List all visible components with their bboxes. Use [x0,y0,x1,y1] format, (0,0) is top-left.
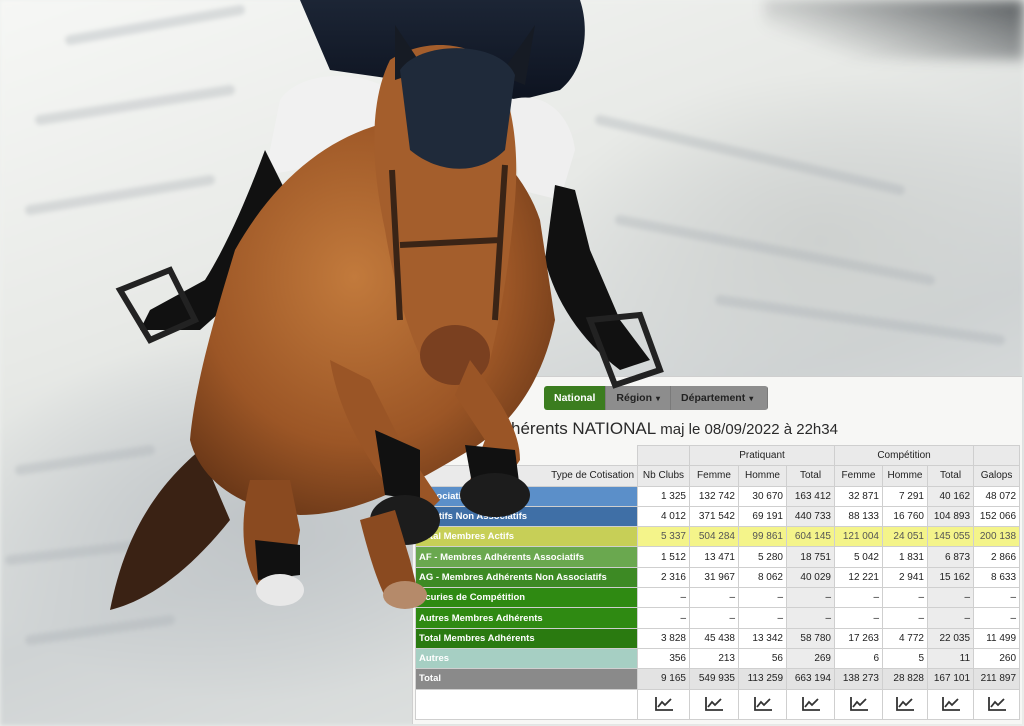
table-cell: 440 733 [786,505,835,528]
table-cell: 113 259 [738,668,787,690]
table-cell: – [738,587,787,609]
table-cell: 18 751 [786,546,835,568]
table-cell: – [882,607,928,629]
table-cell: 5 [882,647,928,670]
table-cell: 8 633 [973,566,1021,589]
line-chart-icon[interactable] [786,688,835,720]
table-cell: 16 760 [882,505,928,528]
group-header-competition: Compétition [833,444,975,467]
table-cell: – [926,587,975,609]
table-cell: 15 162 [926,566,975,589]
column-header: Femme [834,465,883,487]
table-cell: 48 072 [973,485,1021,507]
table-cell: – [882,587,928,609]
table-cell: 4 772 [882,627,928,649]
table-cell: – [926,607,975,629]
table-cell: 2 866 [973,546,1021,568]
table-cell: – [973,607,1021,629]
table-cell: 121 004 [834,526,883,548]
column-header: Homme [738,465,787,487]
table-cell: – [973,587,1021,609]
table-cell: 1 831 [882,546,928,568]
table-cell: 104 893 [926,505,975,528]
table-cell: 152 066 [973,505,1021,528]
table-cell: 99 861 [738,526,787,548]
line-chart-icon[interactable] [926,688,975,720]
table-cell: 22 035 [926,627,975,649]
table-cell: 11 [926,647,975,670]
column-header: Galops [973,465,1021,487]
table-cell: 24 051 [882,526,928,548]
table-cell: 211 897 [973,668,1021,690]
table-cell: – [738,607,787,629]
table-cell: 145 055 [926,526,975,548]
column-header: Total [926,465,975,487]
table-cell: – [786,607,835,629]
table-cell: – [786,587,835,609]
caret-down-icon: ▾ [749,394,754,403]
table-cell: 56 [738,647,787,670]
column-header: Homme [882,465,928,487]
show-jumping-horse-image [110,0,664,610]
table-cell: 2 941 [882,566,928,589]
table-cell: 12 221 [834,566,883,589]
line-chart-icon[interactable] [834,688,883,720]
empty-header [973,444,1021,467]
table-cell: 40 162 [926,485,975,507]
table-cell: 88 133 [834,505,883,528]
table-cell: 28 828 [882,668,928,690]
table-cell: 260 [973,647,1021,670]
column-header: Total [786,465,835,487]
table-cell: 6 [834,647,883,670]
table-cell: 17 263 [834,627,883,649]
table-cell: 163 412 [786,485,835,507]
table-cell: 8 062 [738,566,787,589]
table-cell: 138 273 [834,668,883,690]
table-cell: 11 499 [973,627,1021,649]
table-cell: 200 138 [973,526,1021,548]
table-cell: 32 871 [834,485,883,507]
table-cell: 5 042 [834,546,883,568]
table-cell: 40 029 [786,566,835,589]
table-cell: 30 670 [738,485,787,507]
table-cell: 13 342 [738,627,787,649]
table-cell: 69 191 [738,505,787,528]
line-chart-icon[interactable] [882,688,928,720]
line-chart-icon[interactable] [973,688,1021,720]
table-cell: 604 145 [786,526,835,548]
table-cell: 663 194 [786,668,835,690]
group-header-pratiquant: Pratiquant [689,444,835,467]
line-chart-icon[interactable] [738,688,787,720]
table-cell: 58 780 [786,627,835,649]
table-cell: – [834,607,883,629]
table-cell: 7 291 [882,485,928,507]
table-cell: 5 280 [738,546,787,568]
table-cell: 167 101 [926,668,975,690]
table-cell: 269 [786,647,835,670]
table-cell: – [834,587,883,609]
background-shadow [764,0,1024,60]
table-cell: 6 873 [926,546,975,568]
